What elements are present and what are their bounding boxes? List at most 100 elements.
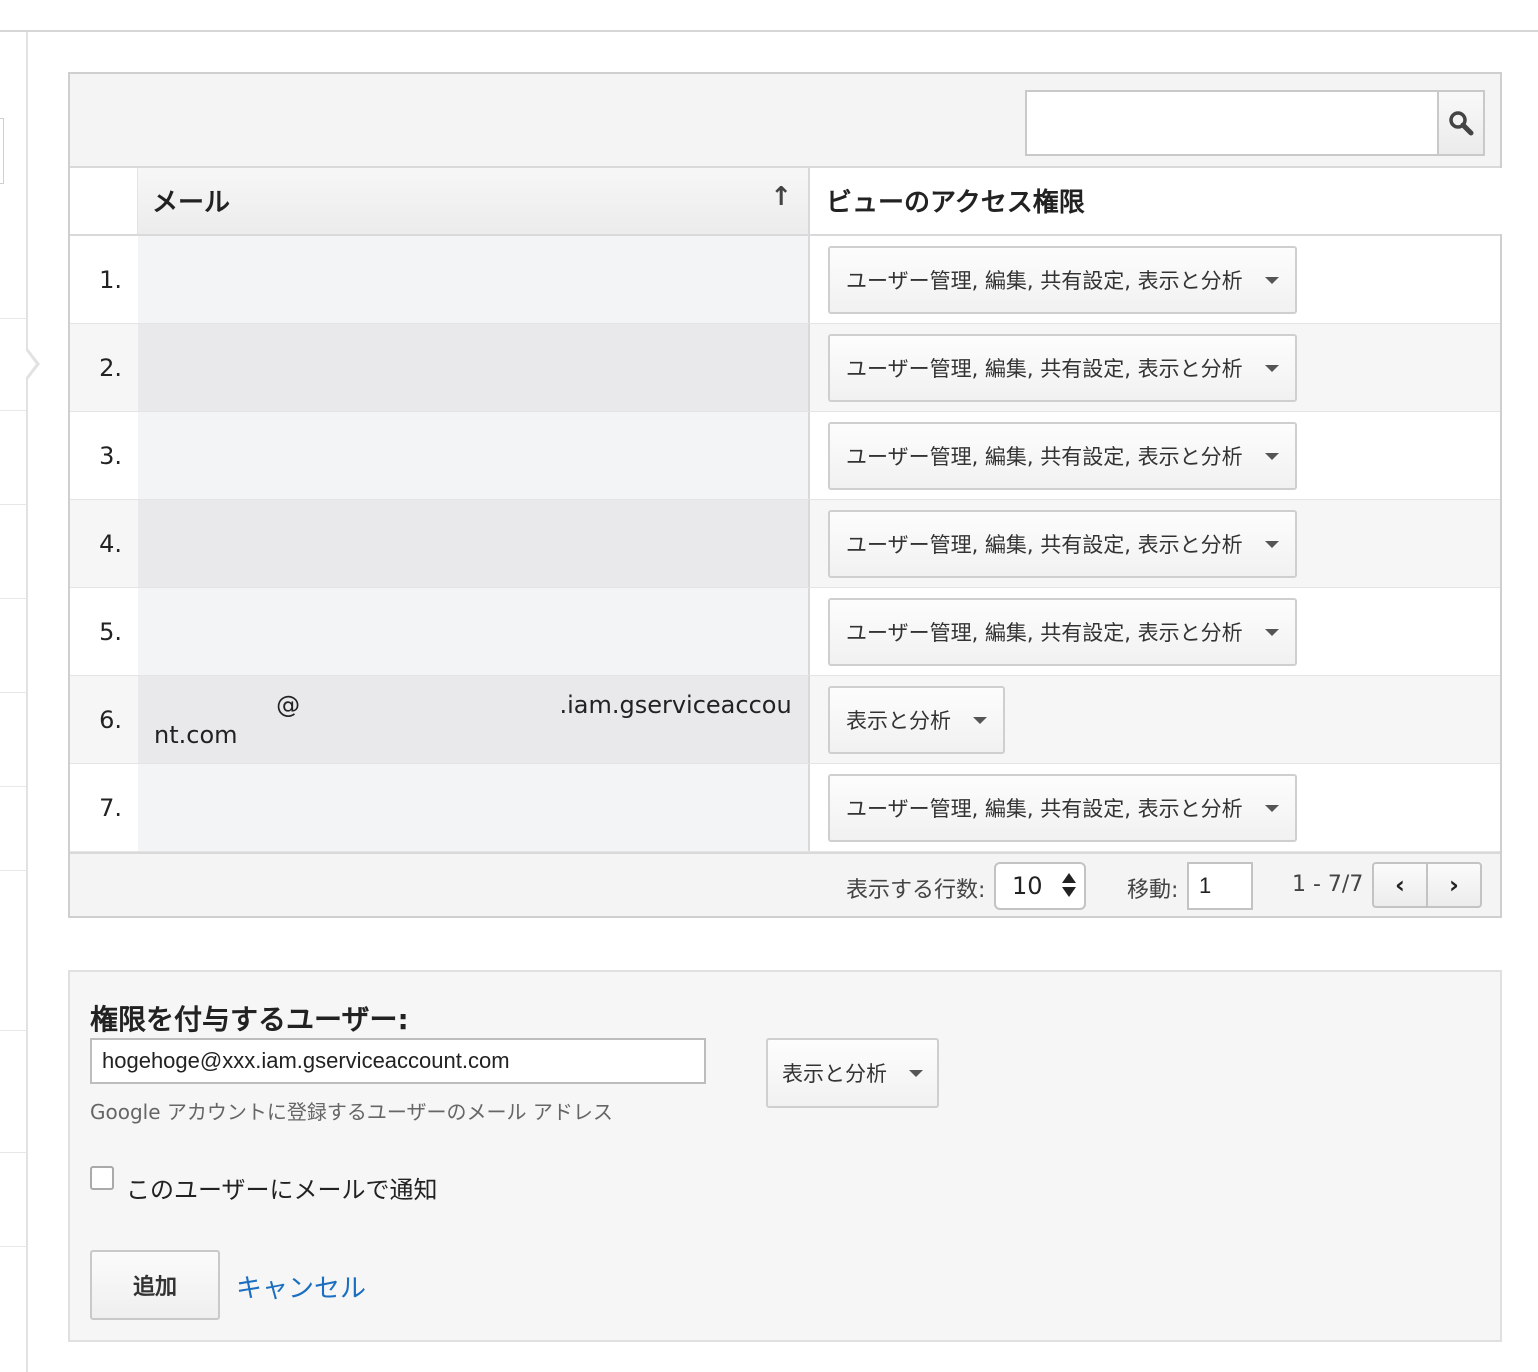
- rows-per-page-select[interactable]: 10: [994, 862, 1086, 910]
- header-index-cell: [70, 168, 138, 234]
- add-user-email-input[interactable]: [90, 1038, 706, 1084]
- left-rail-divider: [0, 504, 26, 505]
- next-page-button[interactable]: ›: [1426, 864, 1480, 906]
- row-email: [138, 500, 810, 587]
- row-access-cell: ユーザー管理, 編集, 共有設定, 表示と分析: [812, 236, 1502, 323]
- prev-page-button[interactable]: ‹: [1374, 864, 1426, 906]
- row-email: [138, 412, 810, 499]
- left-rail-tab[interactable]: [0, 118, 4, 184]
- row-access-cell: ユーザー管理, 編集, 共有設定, 表示と分析: [812, 324, 1502, 411]
- row-access-cell: ユーザー管理, 編集, 共有設定, 表示と分析: [812, 588, 1502, 675]
- page-range: 1 - 7/7: [1292, 872, 1364, 897]
- permission-value: ユーザー管理, 編集, 共有設定, 表示と分析: [846, 357, 1243, 381]
- permission-dropdown[interactable]: ユーザー管理, 編集, 共有設定, 表示と分析: [828, 774, 1297, 842]
- table-row: 1. ユーザー管理, 編集, 共有設定, 表示と分析: [70, 236, 1500, 324]
- row-access-cell: ユーザー管理, 編集, 共有設定, 表示と分析: [812, 500, 1502, 587]
- left-rail-divider: [0, 1030, 26, 1031]
- spinner-arrows-icon: [1062, 873, 1076, 899]
- pagination-bar: 表示する行数: 10 移動: 1 - 7/7 ‹ ›: [70, 852, 1500, 916]
- caret-down-icon: [1264, 364, 1279, 372]
- chevron-right-icon: ›: [1449, 871, 1459, 899]
- left-rail-divider: [0, 598, 26, 599]
- left-rail-divider: [0, 318, 26, 319]
- notify-label: このユーザーにメールで通知: [126, 1176, 438, 1204]
- permission-value: ユーザー管理, 編集, 共有設定, 表示と分析: [846, 533, 1243, 557]
- row-email: [138, 324, 810, 411]
- permission-value: ユーザー管理, 編集, 共有設定, 表示と分析: [846, 269, 1243, 293]
- arrow-up-icon[interactable]: ↑: [770, 182, 792, 212]
- left-rail-divider: [0, 692, 26, 693]
- row-number: 7.: [99, 793, 122, 822]
- email-column-label: メール: [152, 188, 231, 218]
- email-column-header[interactable]: メール ↑: [138, 168, 810, 234]
- page-nav: ‹ ›: [1372, 862, 1482, 908]
- left-rail-divider: [0, 870, 26, 871]
- access-column-label: ビューのアクセス権限: [826, 188, 1085, 218]
- permission-value: ユーザー管理, 編集, 共有設定, 表示と分析: [846, 621, 1243, 645]
- left-rail-divider: [0, 786, 26, 787]
- row-number: 4.: [99, 529, 122, 558]
- row-email: [138, 588, 810, 675]
- row-number: 2.: [99, 353, 122, 382]
- row-email: @ .iam.gserviceaccount.com: [138, 676, 810, 763]
- search-input[interactable]: [1025, 90, 1439, 156]
- add-user-permission-dropdown[interactable]: 表示と分析: [766, 1038, 939, 1108]
- chevron-left-icon: ‹: [1395, 871, 1405, 899]
- notify-option: このユーザーにメールで通知: [90, 1158, 438, 1205]
- add-user-panel: 権限を付与するユーザー: Google アカウントに登録するユーザーのメール ア…: [68, 970, 1502, 1342]
- row-email: [138, 236, 810, 323]
- permission-dropdown[interactable]: ユーザー管理, 編集, 共有設定, 表示と分析: [828, 334, 1297, 402]
- permission-value: ユーザー管理, 編集, 共有設定, 表示と分析: [846, 797, 1243, 821]
- row-access-cell: ユーザー管理, 編集, 共有設定, 表示と分析: [812, 412, 1502, 499]
- permission-dropdown[interactable]: ユーザー管理, 編集, 共有設定, 表示と分析: [828, 510, 1297, 578]
- caret-down-icon: [1264, 628, 1279, 636]
- table-header: メール ↑ ビューのアクセス権限: [70, 168, 1502, 236]
- table-row: 6. @ .iam.gserviceaccount.com 表示と分析: [70, 676, 1500, 764]
- top-divider: [0, 30, 1538, 32]
- table-row: 4. ユーザー管理, 編集, 共有設定, 表示と分析: [70, 500, 1500, 588]
- left-rail-divider: [0, 1246, 26, 1247]
- goto-page-input[interactable]: [1187, 862, 1253, 910]
- row-number: 3.: [99, 441, 122, 470]
- row-access-cell: ユーザー管理, 編集, 共有設定, 表示と分析: [812, 764, 1502, 851]
- access-column-header: ビューのアクセス権限: [812, 168, 1502, 234]
- rows-per-page-label: 表示する行数:: [846, 878, 986, 903]
- row-access-cell: 表示と分析: [812, 676, 1502, 763]
- left-rail: [26, 32, 28, 1372]
- permission-value: ユーザー管理, 編集, 共有設定, 表示と分析: [846, 445, 1243, 469]
- row-number: 5.: [99, 617, 122, 646]
- search-icon: [1449, 111, 1474, 136]
- permission-value: 表示と分析: [846, 709, 951, 733]
- left-rail-divider: [0, 410, 26, 411]
- table-row: 3. ユーザー管理, 編集, 共有設定, 表示と分析: [70, 412, 1500, 500]
- add-user-hint: Google アカウントに登録するユーザーのメール アドレス: [90, 1100, 613, 1124]
- table-row: 5. ユーザー管理, 編集, 共有設定, 表示と分析: [70, 588, 1500, 676]
- notify-checkbox[interactable]: [90, 1165, 114, 1190]
- caret-down-icon: [973, 716, 987, 724]
- table-row: 7. ユーザー管理, 編集, 共有設定, 表示と分析: [70, 764, 1500, 852]
- permission-dropdown[interactable]: 表示と分析: [828, 686, 1005, 754]
- caret-down-icon: [1264, 804, 1279, 812]
- caret-down-icon: [909, 1069, 923, 1077]
- row-number: 6.: [99, 705, 122, 734]
- add-user-title: 権限を付与するユーザー:: [90, 1003, 409, 1036]
- caret-down-icon: [1264, 276, 1279, 284]
- table-toolbar: [70, 74, 1500, 168]
- search-button[interactable]: [1437, 90, 1485, 156]
- add-user-permission-value: 表示と分析: [782, 1062, 887, 1086]
- permission-dropdown[interactable]: ユーザー管理, 編集, 共有設定, 表示と分析: [828, 422, 1297, 490]
- cancel-link[interactable]: キャンセル: [236, 1268, 366, 1305]
- caret-down-icon: [1264, 540, 1279, 548]
- permission-dropdown[interactable]: ユーザー管理, 編集, 共有設定, 表示と分析: [828, 598, 1297, 666]
- row-number: 1.: [99, 265, 122, 294]
- user-permissions-table: メール ↑ ビューのアクセス権限 1. ユーザー管理, 編集, 共有設定, 表示…: [68, 72, 1502, 918]
- row-email: [138, 764, 810, 851]
- table-row: 2. ユーザー管理, 編集, 共有設定, 表示と分析: [70, 324, 1500, 412]
- table-body: 1. ユーザー管理, 編集, 共有設定, 表示と分析 2. ユーザー管理, 編集…: [70, 236, 1500, 852]
- left-rail-divider: [0, 1152, 26, 1153]
- rows-per-page-value: 10: [1012, 872, 1043, 900]
- active-pointer: [24, 346, 40, 382]
- add-button[interactable]: 追加: [90, 1250, 220, 1320]
- goto-label: 移動:: [1127, 878, 1179, 903]
- permission-dropdown[interactable]: ユーザー管理, 編集, 共有設定, 表示と分析: [828, 246, 1297, 314]
